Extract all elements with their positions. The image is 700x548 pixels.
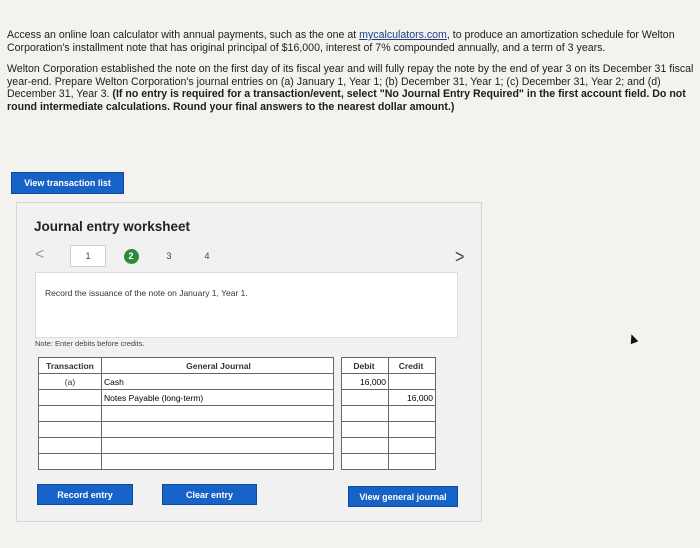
credit-field[interactable] bbox=[388, 373, 436, 390]
credit-field[interactable] bbox=[388, 405, 436, 422]
transaction-cell bbox=[38, 437, 102, 454]
table-row bbox=[38, 389, 436, 406]
debit-input[interactable] bbox=[342, 422, 386, 437]
debit-field[interactable] bbox=[341, 421, 389, 438]
calculator-link[interactable]: mycalculators.com bbox=[359, 29, 447, 41]
credit-input[interactable] bbox=[389, 422, 433, 437]
table-row bbox=[38, 437, 436, 454]
instruction-text: Record the issuance of the note on Janua… bbox=[45, 288, 248, 298]
debit-field[interactable] bbox=[341, 453, 389, 470]
step-3-tab[interactable]: 3 bbox=[150, 251, 188, 261]
credit-input[interactable] bbox=[389, 438, 433, 453]
step-2-tab[interactable]: 2 bbox=[112, 248, 150, 264]
debit-input[interactable] bbox=[342, 374, 386, 389]
debit-input[interactable] bbox=[342, 390, 386, 405]
previous-arrow-icon[interactable]: < bbox=[35, 246, 44, 264]
header-debit: Debit bbox=[341, 357, 389, 374]
column-gap bbox=[333, 373, 342, 390]
view-general-journal-button[interactable]: View general journal bbox=[348, 486, 458, 507]
account-input[interactable] bbox=[104, 374, 333, 389]
credit-field[interactable] bbox=[388, 421, 436, 438]
credit-field[interactable] bbox=[388, 453, 436, 470]
step-navigation: 1 2 3 4 bbox=[70, 245, 226, 267]
debit-field[interactable] bbox=[341, 437, 389, 454]
next-arrow-icon[interactable]: > bbox=[455, 247, 464, 269]
credit-input[interactable] bbox=[389, 454, 433, 469]
debit-field[interactable] bbox=[341, 373, 389, 390]
credit-field[interactable] bbox=[388, 389, 436, 406]
account-input[interactable] bbox=[104, 406, 333, 421]
column-gap bbox=[333, 357, 342, 374]
debit-field[interactable] bbox=[341, 389, 389, 406]
credit-field[interactable] bbox=[388, 437, 436, 454]
account-input[interactable] bbox=[104, 454, 333, 469]
transaction-cell bbox=[38, 389, 102, 406]
debit-input[interactable] bbox=[342, 454, 386, 469]
worksheet-title: Journal entry worksheet bbox=[34, 219, 191, 234]
account-field[interactable] bbox=[101, 421, 334, 438]
intro-paragraph-1: Access an online loan calculator with an… bbox=[7, 29, 697, 54]
view-transaction-list-button[interactable]: View transaction list bbox=[11, 172, 124, 194]
column-gap bbox=[333, 405, 342, 422]
table-row bbox=[38, 453, 436, 470]
credit-input[interactable] bbox=[389, 390, 433, 405]
mouse-cursor-icon bbox=[627, 332, 639, 345]
column-gap bbox=[333, 453, 342, 470]
credit-input[interactable] bbox=[389, 406, 433, 421]
account-field[interactable] bbox=[101, 437, 334, 454]
transaction-cell bbox=[38, 421, 102, 438]
intro-paragraph-2: Welton Corporation established the note … bbox=[7, 63, 697, 113]
problem-statement: Access an online loan calculator with an… bbox=[7, 29, 697, 123]
account-field[interactable] bbox=[101, 405, 334, 422]
transaction-cell: (a) bbox=[38, 373, 102, 390]
intro-text: Access an online loan calculator with an… bbox=[7, 29, 360, 41]
record-entry-button[interactable]: Record entry bbox=[37, 484, 133, 505]
debits-note: Note: Enter debits before credits. bbox=[35, 339, 145, 348]
account-input[interactable] bbox=[104, 390, 333, 405]
step-4-tab[interactable]: 4 bbox=[188, 251, 226, 261]
debit-input[interactable] bbox=[342, 406, 386, 421]
clear-entry-button[interactable]: Clear entry bbox=[162, 484, 257, 505]
table-row bbox=[38, 405, 436, 422]
instruction-box: Record the issuance of the note on Janua… bbox=[35, 272, 458, 338]
header-general-journal: General Journal bbox=[101, 357, 334, 374]
account-field[interactable] bbox=[101, 389, 334, 406]
table-row bbox=[38, 421, 436, 438]
header-credit: Credit bbox=[388, 357, 436, 374]
account-input[interactable] bbox=[104, 422, 333, 437]
table-row: (a) bbox=[38, 373, 436, 390]
account-field[interactable] bbox=[101, 373, 334, 390]
account-input[interactable] bbox=[104, 438, 333, 453]
credit-input[interactable] bbox=[389, 374, 433, 389]
journal-table: Transaction General Journal Debit Credit… bbox=[38, 357, 436, 470]
journal-header-row: Transaction General Journal Debit Credit bbox=[38, 357, 436, 374]
column-gap bbox=[333, 389, 342, 406]
transaction-cell bbox=[38, 453, 102, 470]
column-gap bbox=[333, 437, 342, 454]
step-1-tab[interactable]: 1 bbox=[70, 245, 106, 267]
debit-input[interactable] bbox=[342, 438, 386, 453]
header-transaction: Transaction bbox=[38, 357, 102, 374]
column-gap bbox=[333, 421, 342, 438]
debit-field[interactable] bbox=[341, 405, 389, 422]
active-step-badge: 2 bbox=[123, 248, 139, 264]
journal-entry-worksheet: Journal entry worksheet < 1 2 3 4 > Reco… bbox=[16, 202, 482, 522]
transaction-cell bbox=[38, 405, 102, 422]
account-field[interactable] bbox=[101, 453, 334, 470]
